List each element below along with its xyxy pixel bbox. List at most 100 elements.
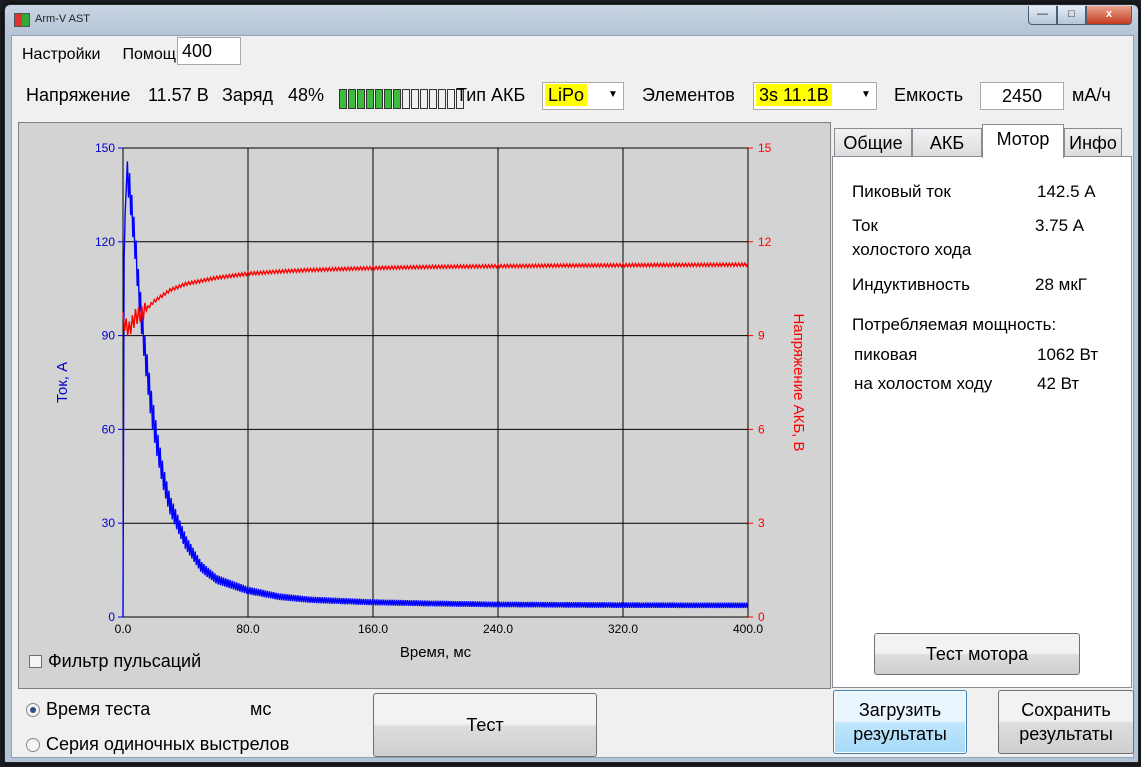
y-left-tick-label: 60 bbox=[102, 422, 116, 436]
save-results-label-1: Сохранить bbox=[1021, 700, 1111, 720]
plot-area bbox=[122, 147, 749, 618]
y-right-tick-label: 9 bbox=[758, 329, 765, 343]
y-right-tick-label: 3 bbox=[758, 516, 765, 530]
battery-type-select[interactable]: LiPo ▼ bbox=[542, 82, 624, 110]
app-window: Arm-V AST — □ x Настройки Помощь Напряже… bbox=[4, 4, 1139, 763]
battery-type-label: Тип АКБ bbox=[456, 85, 526, 105]
menu-bar: Настройки Помощь bbox=[22, 46, 184, 64]
x-tick-label: 160.0 bbox=[358, 622, 388, 636]
test-time-unit: мс bbox=[250, 699, 272, 719]
title-bar[interactable]: Arm-V AST — □ x bbox=[5, 5, 1138, 35]
battery-cell bbox=[420, 89, 428, 109]
chevron-down-icon[interactable]: ▼ bbox=[603, 83, 623, 107]
peak-current-value: 142.5 А bbox=[1037, 182, 1096, 201]
peak-current-label: Пиковый ток bbox=[852, 182, 951, 201]
battery-cell bbox=[339, 89, 347, 109]
test-time-radio[interactable]: Время теста bbox=[26, 699, 150, 720]
idle-current-value: 3.75 А bbox=[1035, 216, 1085, 235]
y-left-tick-label: 90 bbox=[102, 329, 116, 343]
load-results-button[interactable]: Загрузить результаты bbox=[833, 690, 967, 754]
y-left-tick-label: 0 bbox=[108, 610, 115, 624]
battery-cell bbox=[366, 89, 374, 109]
battery-type-value: LiPo bbox=[545, 84, 588, 106]
tab-control: Общие АКБ Мотор Инфо Пиковый ток 142.5 А… bbox=[832, 124, 1132, 689]
app-icon bbox=[14, 13, 30, 27]
client-area: Настройки Помощь Напряжение 11.57 В Заря… bbox=[11, 35, 1134, 758]
charge-label: Заряд bbox=[222, 85, 273, 105]
battery-cell bbox=[357, 89, 365, 109]
power-peak-value: 1062 Вт bbox=[1037, 345, 1099, 364]
x-axis-label: Время, мс bbox=[400, 644, 472, 661]
save-results-label-2: результаты bbox=[1019, 724, 1113, 744]
inductance-value: 28 мкГ bbox=[1035, 275, 1087, 294]
battery-cell bbox=[429, 89, 437, 109]
test-time-label: Время теста bbox=[46, 699, 151, 719]
battery-cell bbox=[402, 89, 410, 109]
single-shot-series-label: Серия одиночных выстрелов bbox=[46, 734, 290, 754]
tab-motor[interactable]: Мотор bbox=[982, 124, 1064, 158]
test-time-input[interactable]: 400 bbox=[177, 37, 241, 65]
x-tick-label: 400.0 bbox=[733, 622, 763, 636]
battery-level-indicator bbox=[339, 89, 465, 109]
chevron-down-icon[interactable]: ▼ bbox=[856, 83, 876, 107]
y-left-axis-label: Ток, А bbox=[54, 362, 71, 403]
cells-value: 3s 11.1B bbox=[756, 84, 832, 106]
y-right-tick-label: 6 bbox=[758, 422, 765, 436]
battery-cell bbox=[375, 89, 383, 109]
ripple-filter-label: Фильтр пульсаций bbox=[48, 651, 202, 671]
minimize-button[interactable]: — bbox=[1028, 6, 1057, 25]
idle-current-label-1: Ток bbox=[852, 216, 878, 235]
checkbox-box[interactable] bbox=[29, 655, 42, 668]
y-left-tick-label: 120 bbox=[95, 235, 115, 249]
x-tick-label: 320.0 bbox=[608, 622, 638, 636]
radio-selected-icon[interactable] bbox=[26, 703, 40, 718]
maximize-button[interactable]: □ bbox=[1057, 6, 1086, 25]
idle-current-label-2: холостого хода bbox=[852, 240, 972, 259]
voltage-label: Напряжение bbox=[26, 85, 131, 105]
close-button[interactable]: x bbox=[1086, 6, 1132, 25]
y-right-tick-label: 12 bbox=[758, 235, 772, 249]
cells-label: Элементов bbox=[642, 85, 735, 105]
power-idle-label: на холостом ходу bbox=[854, 374, 993, 393]
battery-cell bbox=[411, 89, 419, 109]
power-label: Потребляемая мощность: bbox=[852, 315, 1057, 334]
cells-select[interactable]: 3s 11.1B ▼ bbox=[753, 82, 877, 110]
motor-tab-page: Пиковый ток 142.5 А Ток холостого хода 3… bbox=[832, 156, 1132, 688]
window-title: Arm-V AST bbox=[35, 13, 91, 25]
radio-unselected-icon[interactable] bbox=[26, 738, 40, 753]
menu-settings[interactable]: Настройки bbox=[22, 46, 100, 64]
test-button[interactable]: Тест bbox=[373, 693, 597, 757]
x-tick-label: 0.0 bbox=[115, 622, 132, 636]
capacity-unit: мА/ч bbox=[1072, 85, 1111, 105]
x-tick-label: 240.0 bbox=[483, 622, 513, 636]
y-right-axis-label: Напряжение АКБ, В bbox=[790, 313, 807, 451]
chart-panel: 0.0 80.0 160.0 240.0 320.0 400.0 0 30 60 90 120 150… bbox=[18, 122, 831, 689]
tab-battery[interactable]: АКБ bbox=[912, 128, 982, 157]
battery-cell bbox=[438, 89, 446, 109]
tab-info[interactable]: Инфо bbox=[1064, 128, 1122, 157]
charge-value: 48% bbox=[288, 85, 325, 105]
x-tick-label: 80.0 bbox=[236, 622, 260, 636]
ripple-filter-checkbox[interactable]: Фильтр пульсаций bbox=[29, 651, 201, 672]
menu-help[interactable]: Помощь bbox=[122, 46, 184, 64]
y-left-tick-label: 150 bbox=[95, 141, 115, 155]
power-idle-value: 42 Вт bbox=[1037, 374, 1080, 393]
battery-cell bbox=[447, 89, 455, 109]
current-voltage-chart: 0.0 80.0 160.0 240.0 320.0 400.00306090120150… bbox=[54, 141, 807, 661]
tab-general[interactable]: Общие bbox=[834, 128, 912, 157]
capacity-input[interactable]: 2450 bbox=[980, 82, 1064, 110]
battery-cell bbox=[348, 89, 356, 109]
inductance-label: Индуктивность bbox=[852, 275, 970, 294]
voltage-value: 11.57 В bbox=[148, 85, 209, 105]
power-peak-label: пиковая bbox=[854, 345, 918, 364]
y-right-tick-label: 15 bbox=[758, 141, 772, 155]
y-left-tick-label: 30 bbox=[102, 516, 116, 530]
y-right-tick-label: 0 bbox=[758, 610, 765, 624]
save-results-button[interactable]: Сохранить результаты bbox=[998, 690, 1134, 754]
status-toolbar: Напряжение 11.57 В Заряд 48% Тип АКБ LiP… bbox=[26, 81, 1125, 110]
single-shot-series-radio[interactable]: Серия одиночных выстрелов bbox=[26, 734, 289, 755]
battery-cell bbox=[384, 89, 392, 109]
motor-test-button[interactable]: Тест мотора bbox=[874, 633, 1080, 675]
capacity-label: Емкость bbox=[894, 85, 964, 105]
load-results-label-2: результаты bbox=[853, 724, 947, 744]
